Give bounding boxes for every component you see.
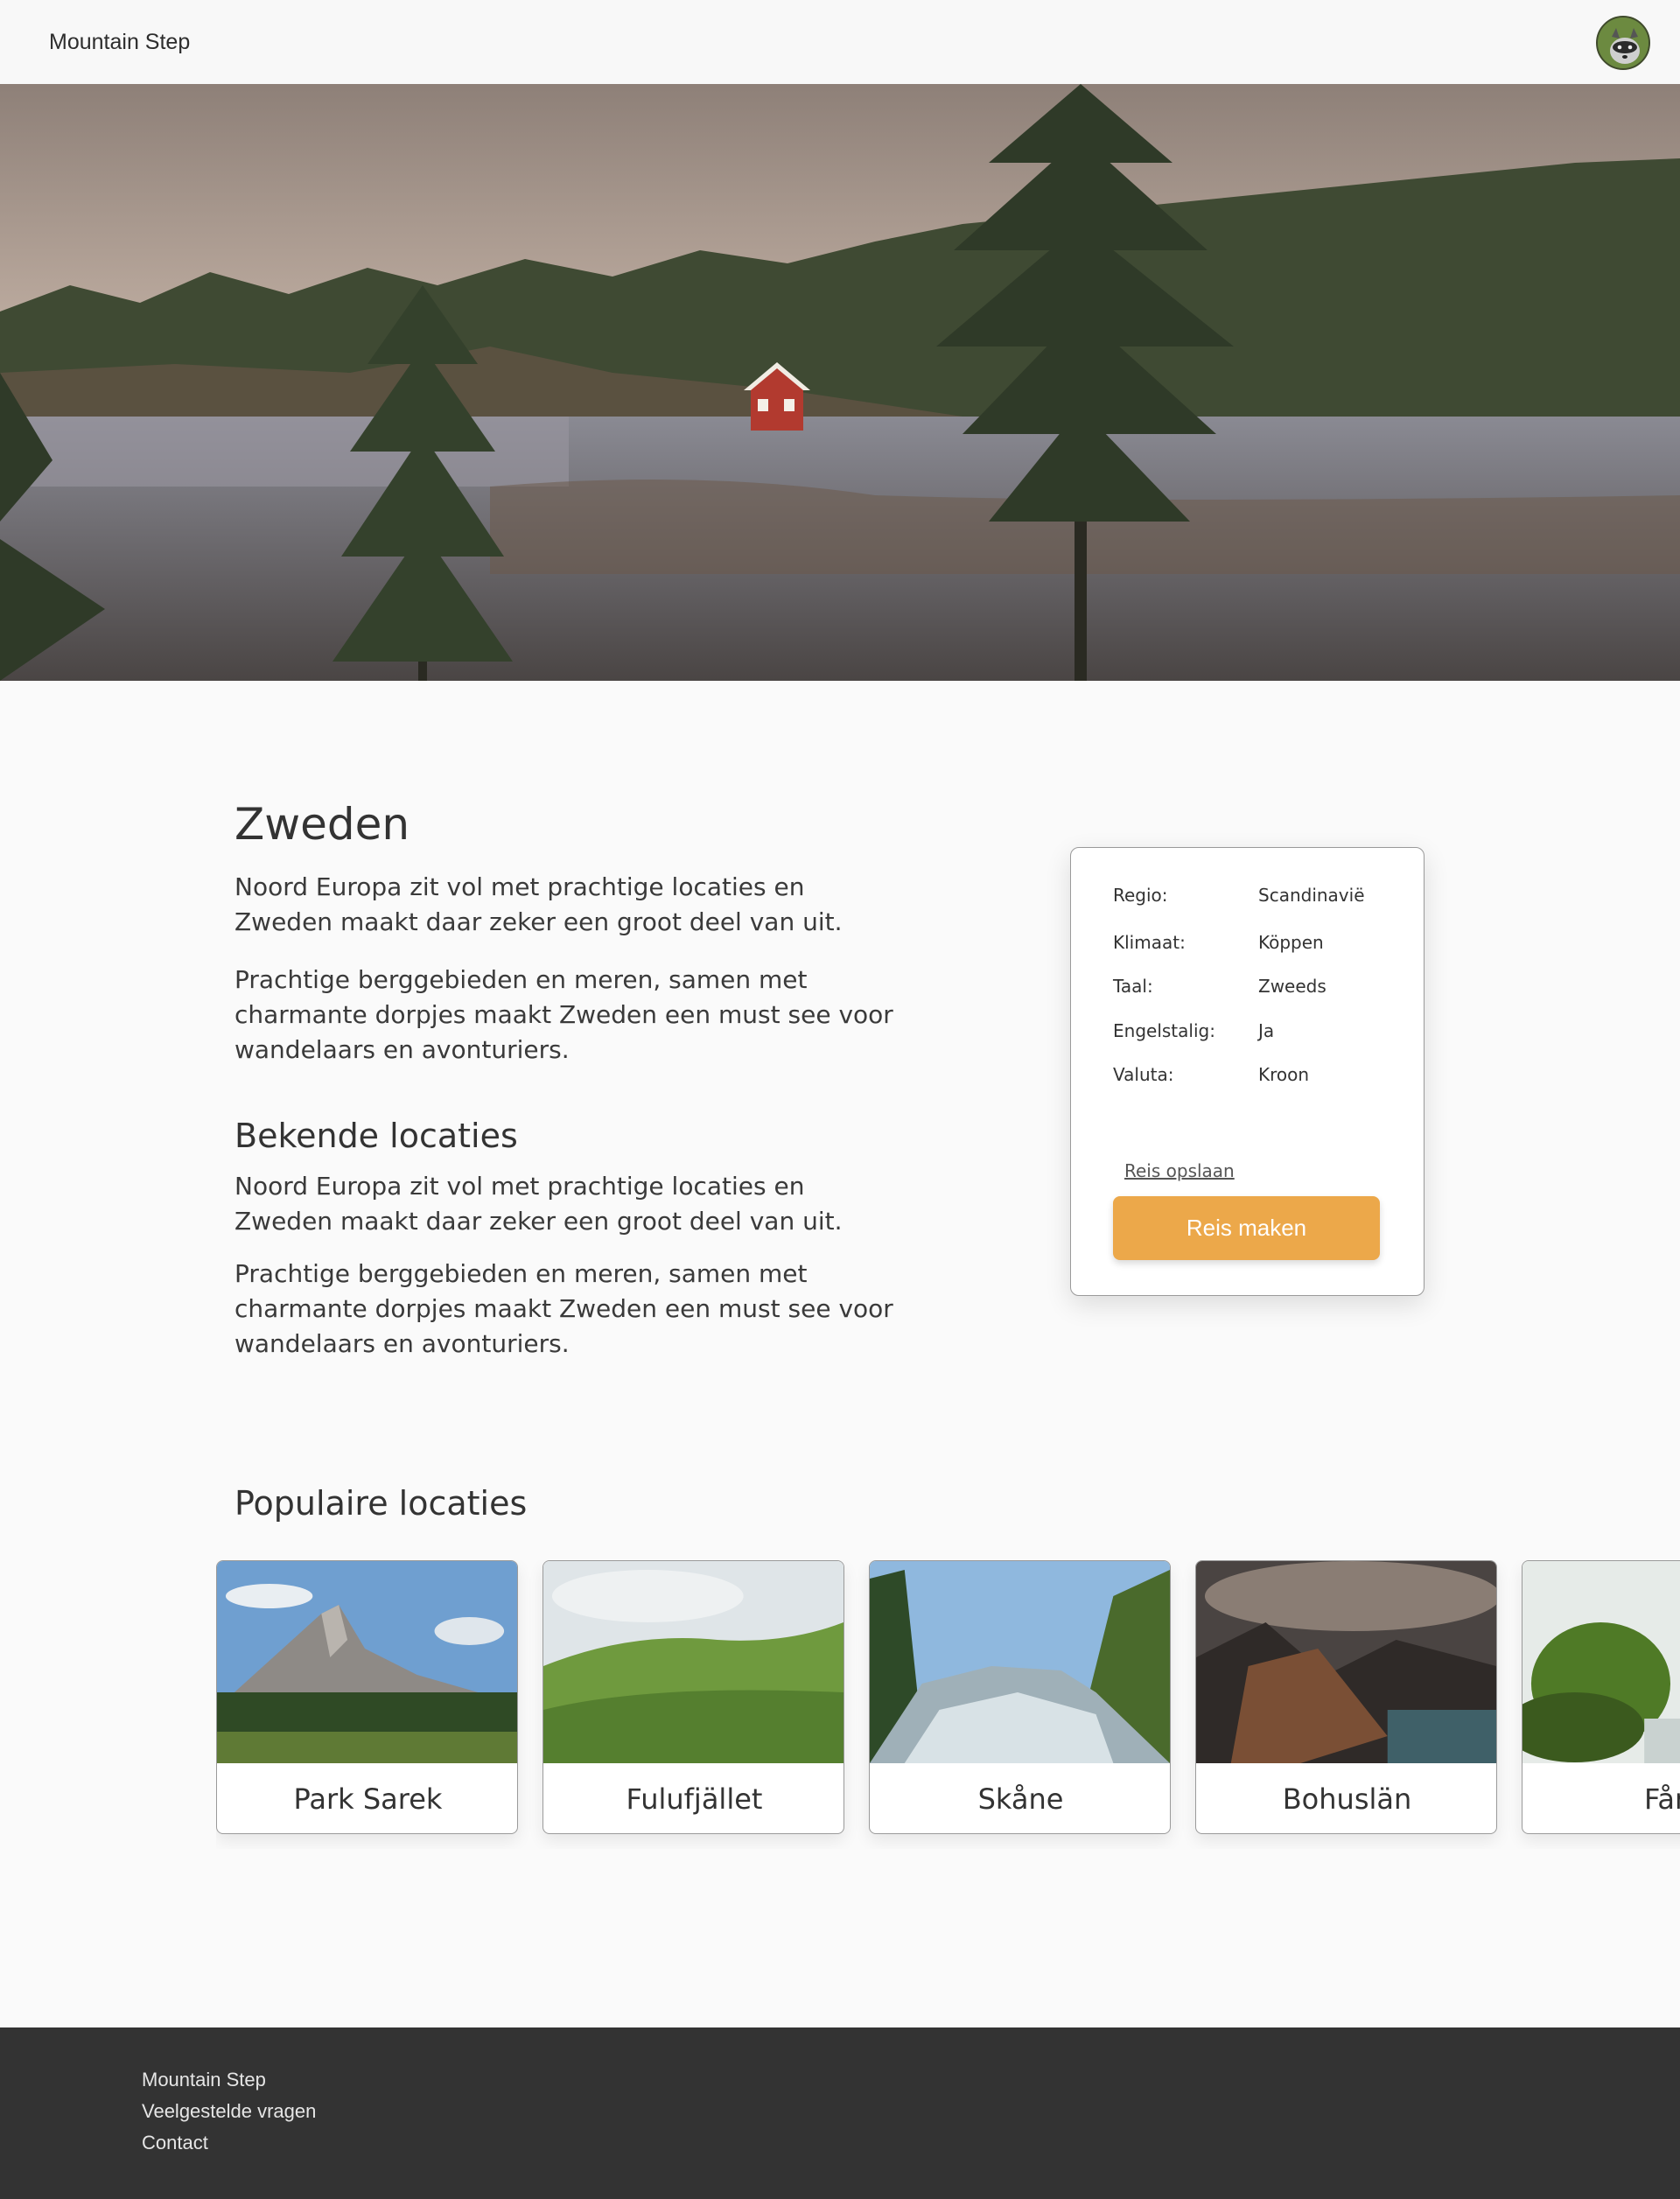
location-card-label: Bohuslän — [1282, 1782, 1412, 1816]
info-label: Regio: — [1113, 885, 1168, 906]
info-value: Scandinavië — [1258, 885, 1365, 906]
save-trip-link[interactable]: Reis opslaan — [1124, 1160, 1235, 1181]
info-value: Köppen — [1258, 932, 1324, 953]
footer: Mountain Step Veelgestelde vragen Contac… — [0, 2027, 1680, 2199]
location-card[interactable]: Fårö — [1522, 1560, 1680, 1834]
mountain-peak-image — [217, 1561, 517, 1763]
info-value: Kroon — [1258, 1064, 1310, 1085]
trip-info-card: Regio: Scandinavië Klimaat: Köppen Taal:… — [1070, 847, 1424, 1296]
known-locations-paragraph: Prachtige berggebieden en meren, samen m… — [234, 1259, 893, 1358]
info-value: Zweeds — [1258, 976, 1326, 997]
raccoon-avatar-icon[interactable] — [1596, 16, 1650, 70]
popular-locations-carousel[interactable]: Park Sarek Fulufjället Skåne Bohuslän Få — [216, 1560, 1680, 1849]
location-card-label: Skåne — [977, 1782, 1064, 1816]
make-trip-button[interactable]: Reis maken — [1113, 1196, 1380, 1260]
dark-mountains-image — [1196, 1561, 1496, 1763]
info-label: Klimaat: — [1113, 932, 1186, 953]
location-card[interactable]: Skåne — [869, 1560, 1171, 1834]
hero-image — [0, 84, 1680, 681]
top-navbar: Mountain Step — [0, 0, 1680, 84]
location-card[interactable]: Fulufjället — [542, 1560, 844, 1834]
country-description: Zweden Noord Europa zit vol met prachtig… — [234, 796, 900, 1379]
page-title: Zweden — [234, 799, 410, 850]
known-locations-paragraph: Noord Europa zit vol met prachtige locat… — [234, 1172, 843, 1236]
info-value: Ja — [1258, 1020, 1275, 1041]
footer-link-contact[interactable]: Contact — [142, 2132, 208, 2154]
forest-river-image — [870, 1561, 1170, 1763]
intro-paragraph: Prachtige berggebieden en meren, samen m… — [234, 965, 893, 1064]
info-label: Taal: — [1113, 976, 1153, 997]
brand-link[interactable]: Mountain Step — [49, 30, 190, 55]
known-locations-title: Bekende locaties — [234, 1117, 518, 1155]
popular-locations-title: Populaire locaties — [234, 1484, 528, 1523]
location-card-label: Park Sarek — [293, 1782, 443, 1816]
green-hills-image — [543, 1561, 844, 1763]
footer-link-faq[interactable]: Veelgestelde vragen — [142, 2100, 316, 2123]
footer-link-brand[interactable]: Mountain Step — [142, 2069, 266, 2091]
location-card-label: Fårö — [1643, 1782, 1680, 1816]
location-card[interactable]: Park Sarek — [216, 1560, 518, 1834]
intro-paragraph: Noord Europa zit vol met prachtige locat… — [234, 872, 843, 936]
info-label: Valuta: — [1113, 1064, 1174, 1085]
mossy-rock-image — [1522, 1561, 1680, 1763]
location-card-label: Fulufjället — [626, 1782, 763, 1816]
info-label: Engelstalig: — [1113, 1020, 1215, 1041]
location-card[interactable]: Bohuslän — [1195, 1560, 1497, 1834]
